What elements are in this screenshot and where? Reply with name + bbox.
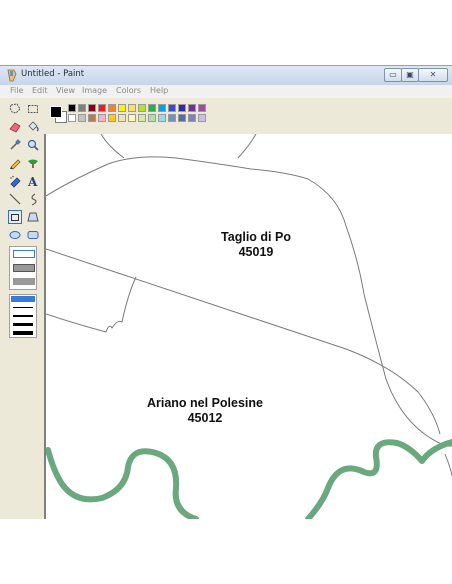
fill-with-color-icon[interactable] [26,120,40,134]
outline-only-option[interactable] [13,250,35,258]
label-ariano-nel-polesine: Ariano nel Polesine 45012 [116,396,294,426]
palette-swatch[interactable] [148,114,156,122]
line-width-2-option[interactable] [13,307,33,308]
paint-window: Untitled - Paint ▭ ▣ ✕ File Edit View Im… [0,65,452,519]
border-right-edge [444,453,452,477]
fill-style-options [9,246,37,290]
palette-swatch[interactable] [128,104,136,112]
border-top-left [100,134,125,159]
label-taglio-di-po: Taglio di Po 45019 [176,230,336,260]
palette-swatch[interactable] [108,114,116,122]
paint-app-icon [7,69,17,82]
pencil-icon[interactable] [8,156,22,170]
free-form-select-icon[interactable] [8,102,22,116]
palette-swatch[interactable] [88,104,96,112]
airbrush-icon[interactable] [8,174,22,188]
map-drawing [46,134,452,519]
maximize-button[interactable]: ▣ [401,68,419,82]
polygon-icon[interactable] [26,210,40,224]
border-top-right [237,134,257,159]
palette-swatch[interactable] [178,114,186,122]
line-width-4-option[interactable] [13,323,33,326]
line-icon[interactable] [8,192,22,206]
fill-only-option[interactable] [13,278,35,285]
current-colors[interactable] [48,104,67,124]
municipality-name: Ariano nel Polesine [146,396,263,410]
palette-swatch[interactable] [148,104,156,112]
palette-swatch[interactable] [68,114,76,122]
window-title: Untitled - Paint [21,69,85,79]
palette-swatch[interactable] [198,104,206,112]
palette-swatch[interactable] [178,104,186,112]
ellipse-icon[interactable] [8,228,22,242]
select-icon[interactable] [26,102,40,116]
minimize-button[interactable]: ▭ [384,68,402,82]
canvas-area: Taglio di Po 45019 Ariano nel Polesine 4… [44,98,452,519]
palette-swatch[interactable] [168,104,176,112]
palette-swatch[interactable] [198,114,206,122]
menu-bar: File Edit View Image Colors Help [0,85,452,98]
palette-swatch[interactable] [88,114,96,122]
palette-swatch[interactable] [158,104,166,112]
menu-help[interactable]: Help [150,86,168,95]
foreground-color-swatch[interactable] [50,106,62,118]
palette-swatch[interactable] [138,104,146,112]
menu-colors[interactable]: Colors [116,86,141,95]
palette-swatch[interactable] [118,114,126,122]
curve-icon[interactable] [26,192,40,206]
palette-swatch[interactable] [98,104,106,112]
menu-file[interactable]: File [10,86,23,95]
rectangle-icon[interactable] [8,210,22,224]
eraser-icon[interactable] [8,120,22,134]
brush-icon[interactable] [26,156,40,170]
text-icon[interactable]: A [26,174,40,188]
palette-swatch[interactable] [168,114,176,122]
line-width-5-option[interactable] [13,331,33,335]
palette-swatch[interactable] [188,114,196,122]
rounded-rectangle-icon[interactable] [26,228,40,242]
palette-swatch[interactable] [118,104,126,112]
line-width-1-option[interactable] [11,296,35,302]
border-left-notch [46,276,137,333]
menu-view[interactable]: View [56,86,75,95]
postal-code: 45012 [187,411,223,425]
municipality-name: Taglio di Po [221,230,291,244]
color-palette [44,98,452,134]
magnifier-icon[interactable] [26,138,40,152]
line-width-3-option[interactable] [13,315,33,317]
outline-fill-option[interactable] [13,264,35,272]
menu-image[interactable]: Image [82,86,107,95]
line-width-options [9,294,37,338]
title-bar[interactable]: Untitled - Paint ▭ ▣ ✕ [0,66,452,85]
close-button[interactable]: ✕ [418,68,448,82]
palette-swatch[interactable] [98,114,106,122]
river-po [46,439,452,519]
postal-code: 45019 [238,245,274,259]
palette-swatch[interactable] [158,114,166,122]
svg-text:A: A [27,175,38,188]
palette-swatch[interactable] [68,104,76,112]
palette-swatch[interactable] [188,104,196,112]
palette-swatch[interactable] [78,114,86,122]
palette-swatch[interactable] [138,114,146,122]
palette-swatch[interactable] [108,104,116,112]
toolbox: A [0,98,44,519]
drawing-canvas[interactable]: Taglio di Po 45019 Ariano nel Polesine 4… [46,134,452,519]
pick-color-icon[interactable] [8,138,22,152]
menu-edit[interactable]: Edit [32,86,48,95]
palette-swatch[interactable] [128,114,136,122]
palette-swatch[interactable] [78,104,86,112]
